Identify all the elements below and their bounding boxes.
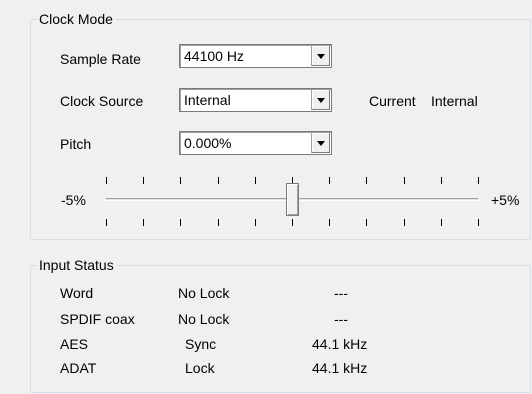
status-row-state: No Lock: [178, 311, 230, 327]
slider-tick: [106, 177, 107, 184]
slider-tick: [478, 219, 479, 226]
slider-tick: [218, 177, 219, 184]
status-row-name: ADAT: [60, 360, 97, 376]
slider-tick: [255, 219, 256, 226]
slider-tick: [255, 177, 256, 184]
slider-tick: [143, 177, 144, 184]
slider-tick: [292, 219, 293, 226]
chevron-down-icon[interactable]: [311, 133, 330, 153]
slider-tick: [366, 219, 367, 226]
chevron-down-icon[interactable]: [311, 90, 330, 110]
slider-tick: [143, 219, 144, 226]
pitch-select[interactable]: 0.000%: [179, 131, 332, 155]
slider-tick: [180, 177, 181, 184]
pitch-min-label: -5%: [61, 192, 86, 208]
slider-tick: [404, 177, 405, 184]
slider-tick: [106, 219, 107, 226]
status-row-state: Sync: [185, 336, 217, 352]
status-row-state: No Lock: [178, 285, 230, 301]
slider-tick: [218, 219, 219, 226]
clock-source-label: Clock Source: [60, 93, 144, 109]
sample-rate-select[interactable]: 44100 Hz: [179, 44, 332, 68]
status-row-name: AES: [60, 336, 89, 352]
slider-tick: [329, 177, 330, 184]
slider-tick: [441, 177, 442, 184]
status-row-rate: 44.1 kHz: [312, 336, 368, 352]
clock-source-select[interactable]: Internal: [179, 88, 332, 112]
slider-tick: [329, 219, 330, 226]
status-row-name: SPDIF coax: [60, 311, 135, 327]
slider-tick: [478, 177, 479, 184]
input-status-group: Input Status: [30, 257, 531, 393]
current-source-label: Current: [369, 93, 416, 109]
clock-mode-title: Clock Mode: [37, 11, 115, 27]
pitch-value: 0.000%: [184, 135, 232, 151]
slider-thumb[interactable]: [285, 183, 299, 216]
slider-tick: [404, 219, 405, 226]
slider-tick: [180, 219, 181, 226]
slider-tick: [366, 177, 367, 184]
sample-rate-value: 44100 Hz: [184, 48, 244, 64]
status-row-rate: ---: [334, 311, 348, 327]
slider-tick: [441, 219, 442, 226]
input-status-title: Input Status: [37, 257, 116, 273]
pitch-slider[interactable]: [100, 172, 485, 232]
status-row-name: Word: [60, 285, 94, 301]
status-row-state: Lock: [185, 360, 215, 376]
pitch-max-label: +5%: [491, 192, 520, 208]
pitch-label: Pitch: [60, 136, 92, 152]
status-row-rate: ---: [334, 285, 348, 301]
current-source-value: Internal: [431, 93, 478, 109]
chevron-down-icon[interactable]: [311, 46, 330, 66]
sample-rate-label: Sample Rate: [60, 51, 141, 67]
status-row-rate: 44.1 kHz: [312, 360, 368, 376]
clock-source-value: Internal: [184, 92, 231, 108]
